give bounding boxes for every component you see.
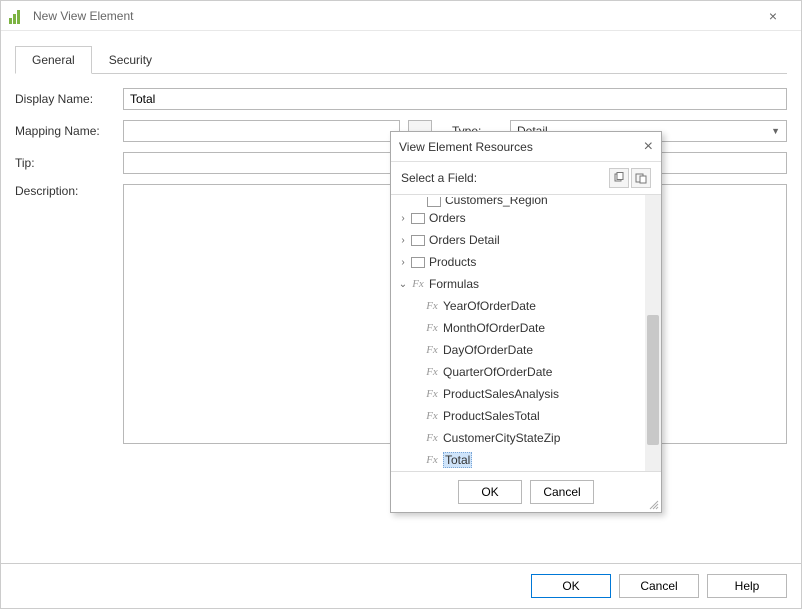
tree-item-formula[interactable]: Fx ProductSalesAnalysis: [391, 383, 645, 405]
main-window: New View Element × General Security Disp…: [0, 0, 802, 609]
close-icon[interactable]: ×: [644, 138, 653, 156]
popup-cancel-button[interactable]: Cancel: [530, 480, 594, 504]
folder-icon: [409, 257, 427, 268]
field-tree[interactable]: Customers_Region › Orders › Orders Detai…: [391, 195, 645, 471]
tree-item-label: Formulas: [429, 277, 479, 291]
formula-icon: Fx: [423, 366, 441, 378]
close-icon[interactable]: ×: [753, 8, 793, 24]
tree-item-formula[interactable]: Fx QuarterOfOrderDate: [391, 361, 645, 383]
tip-label: Tip:: [15, 156, 115, 170]
tree-item-label: Orders Detail: [429, 233, 500, 247]
scrollbar[interactable]: [645, 195, 661, 471]
folder-icon: [425, 197, 443, 207]
popup-button-bar: OK Cancel: [391, 472, 661, 512]
tree-item-label: ProductSalesAnalysis: [443, 387, 559, 401]
popup-titlebar: View Element Resources ×: [391, 132, 661, 162]
tree-item-formula[interactable]: Fx ProductSalesTotal: [391, 405, 645, 427]
formula-icon: Fx: [423, 454, 441, 466]
tree-item-formula[interactable]: Fx DayOfOrderDate: [391, 339, 645, 361]
chevron-right-icon[interactable]: ›: [397, 235, 409, 246]
tab-bar: General Security: [15, 45, 787, 74]
tree-item-formula[interactable]: Fx MonthOfOrderDate: [391, 317, 645, 339]
tree-container: Customers_Region › Orders › Orders Detai…: [391, 194, 661, 472]
tree-item-label: CustomerCityStateZip: [443, 431, 560, 445]
chevron-down-icon[interactable]: ⌄: [397, 279, 409, 290]
mapping-name-input[interactable]: [123, 120, 400, 142]
display-name-input[interactable]: [123, 88, 787, 110]
tree-item-label: Orders: [429, 211, 466, 225]
folder-icon: [409, 235, 427, 246]
app-icon: [9, 8, 25, 24]
tree-item-label: YearOfOrderDate: [443, 299, 536, 313]
tree-item-formula[interactable]: Fx CustomerCityStateZip: [391, 427, 645, 449]
formula-icon: Fx: [423, 322, 441, 334]
tree-item-label: Customers_Region: [445, 197, 548, 207]
cancel-button[interactable]: Cancel: [619, 574, 699, 598]
row-display-name: Display Name:: [15, 88, 787, 110]
tree-item-formula[interactable]: Fx YearOfOrderDate: [391, 295, 645, 317]
scrollbar-thumb[interactable]: [647, 315, 659, 445]
tree-item-label: DayOfOrderDate: [443, 343, 533, 357]
tree-item-products[interactable]: › Products: [391, 251, 645, 273]
formula-icon: Fx: [409, 278, 427, 290]
folder-icon: [409, 213, 427, 224]
tree-item-label: MonthOfOrderDate: [443, 321, 545, 335]
chevron-right-icon[interactable]: ›: [397, 213, 409, 224]
window-title: New View Element: [33, 9, 753, 23]
formula-icon: Fx: [423, 410, 441, 422]
resources-popup: View Element Resources × Select a Field:: [390, 131, 662, 513]
ok-button[interactable]: OK: [531, 574, 611, 598]
tree-item-formula-selected[interactable]: Fx Total: [391, 449, 645, 471]
popup-toolbar: Select a Field:: [391, 162, 661, 194]
tab-security[interactable]: Security: [92, 46, 169, 74]
tree-item-formulas[interactable]: ⌄ Fx Formulas: [391, 273, 645, 295]
paste-icon[interactable]: [631, 168, 651, 188]
formula-icon: Fx: [423, 300, 441, 312]
resize-grip-icon[interactable]: [647, 498, 659, 510]
formula-icon: Fx: [423, 388, 441, 400]
mapping-name-label: Mapping Name:: [15, 124, 115, 138]
button-bar: OK Cancel Help: [1, 563, 801, 608]
description-label: Description:: [15, 184, 115, 198]
display-name-label: Display Name:: [15, 92, 115, 106]
popup-title: View Element Resources: [399, 140, 644, 154]
formula-icon: Fx: [423, 344, 441, 356]
chevron-down-icon: ▼: [771, 126, 780, 136]
tab-general[interactable]: General: [15, 46, 92, 74]
titlebar: New View Element ×: [1, 1, 801, 31]
tree-item-orders-detail[interactable]: › Orders Detail: [391, 229, 645, 251]
help-button[interactable]: Help: [707, 574, 787, 598]
popup-ok-button[interactable]: OK: [458, 480, 522, 504]
formula-icon: Fx: [423, 432, 441, 444]
copy-icon[interactable]: [609, 168, 629, 188]
tree-item-label: Products: [429, 255, 476, 269]
tree-item-partial[interactable]: Customers_Region: [391, 197, 645, 207]
chevron-right-icon[interactable]: ›: [397, 257, 409, 268]
tree-item-orders[interactable]: › Orders: [391, 207, 645, 229]
tree-item-label: Total: [443, 453, 472, 467]
select-field-label: Select a Field:: [401, 171, 477, 185]
tree-item-label: ProductSalesTotal: [443, 409, 540, 423]
tree-item-label: QuarterOfOrderDate: [443, 365, 552, 379]
